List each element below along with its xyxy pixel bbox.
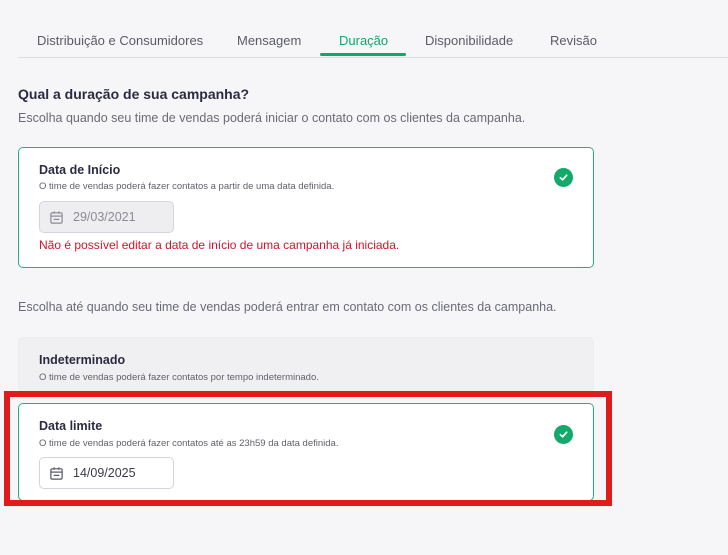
start-date-input: 29/03/2021 [39, 201, 174, 233]
tab-duracao[interactable]: Duração [339, 33, 388, 48]
tab-distribuicao[interactable]: Distribuição e Consumidores [37, 33, 203, 48]
section-subtitle-end: Escolha até quando seu time de vendas po… [18, 300, 557, 314]
tab-disponibilidade[interactable]: Disponibilidade [425, 33, 513, 48]
start-date-description: O time de vendas poderá fazer contatos a… [39, 181, 335, 192]
tab-mensagem[interactable]: Mensagem [237, 33, 301, 48]
undetermined-title: Indeterminado [39, 353, 126, 367]
start-date-title: Data de Início [39, 163, 121, 177]
undetermined-description: O time de vendas poderá fazer contatos p… [39, 372, 319, 383]
start-date-value: 29/03/2021 [73, 210, 136, 224]
check-circle-icon [554, 168, 573, 187]
start-date-error: Não é possível editar a data de início d… [39, 238, 400, 252]
section-subtitle: Escolha quando seu time de vendas poderá… [18, 111, 526, 125]
undetermined-card[interactable]: Indeterminado O time de vendas poderá fa… [18, 337, 594, 392]
start-date-card[interactable]: Data de Início O time de vendas poderá f… [18, 147, 594, 268]
highlight-box [4, 391, 612, 506]
tab-revisao[interactable]: Revisão [550, 33, 597, 48]
active-tab-indicator [320, 53, 406, 56]
calendar-icon [50, 210, 63, 224]
tab-bar: Distribuição e Consumidores Mensagem Dur… [18, 0, 728, 58]
section-title: Qual a duração de sua campanha? [18, 86, 250, 102]
